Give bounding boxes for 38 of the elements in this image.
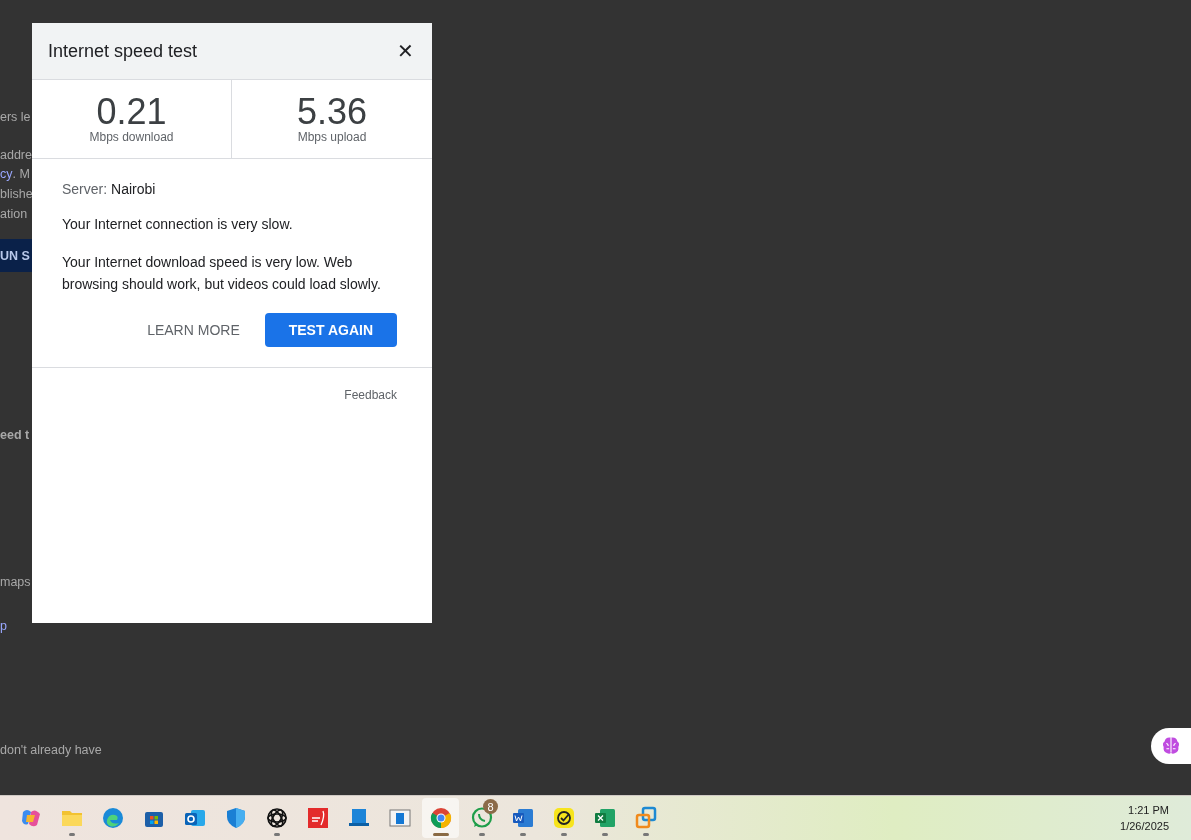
speed-unit: Mbps download [89,130,174,144]
link[interactable]: cy [0,165,13,183]
page-heading: eed t [0,427,30,444]
page-text: addre [0,147,32,164]
page-text: . M [12,166,30,183]
notification-badge: 8 [483,799,498,814]
run-button[interactable]: UN S [0,239,32,272]
result-message: Your Internet connection is very slow. [62,215,294,234]
server-text: Server: Nairobi [62,181,157,197]
clock-time: 1:21 PM [1128,804,1169,816]
edge-icon [100,806,125,830]
chrome-icon [428,806,453,830]
close-button[interactable]: ✕ [397,39,414,63]
feedback-link[interactable]: Feedback [344,388,397,402]
result-message: Your Internet download speed is very low. Web browsing should work, but videos could load slowly. [62,253,382,294]
page-text: ation [0,206,28,223]
test-again-button[interactable]: TEST AGAIN [264,313,397,347]
assistant-button[interactable] [1151,728,1191,764]
page-text: maps [0,574,31,591]
link[interactable]: p [0,617,7,635]
page-text: ers le [0,109,31,126]
taskbar-app[interactable]: 8 [463,798,500,838]
window-icon [387,806,412,830]
speed-unit: Mbps upload [297,130,367,144]
learn-more-button[interactable]: LEARN MORE [147,313,240,347]
brain-icon [1160,735,1182,757]
overlapping-squares-icon [633,806,658,830]
knot-icon [264,806,289,830]
word-icon [510,806,535,830]
clock-date: 1/26/2025 [1120,820,1169,832]
spreadsheet-icon [592,806,617,830]
speed-value: 5.36 [296,94,368,130]
checkmark-icon [551,806,576,830]
page-text: don't already have [0,742,102,759]
document-icon [305,806,330,830]
page-text: blishe [0,186,33,203]
speed-value: 0.21 [96,94,167,130]
dialog-title: Internet speed test [48,40,198,62]
